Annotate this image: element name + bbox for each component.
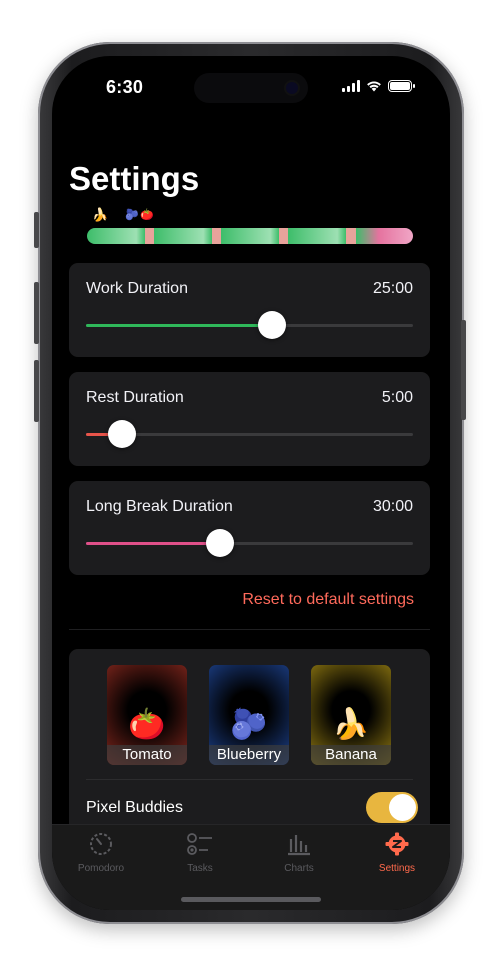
tab-pomodoro[interactable]: Pomodoro (61, 831, 141, 874)
tomato-mini-icon: 🍅 (140, 209, 154, 221)
banana-mini-icon: 🍌 (92, 207, 109, 222)
work-duration-card: Work Duration 25:00 (69, 263, 430, 357)
timeline-segment-work (221, 228, 279, 244)
work-duration-value: 25:00 (372, 280, 413, 297)
slider-fill (86, 542, 221, 545)
blueberry-icon: 🫐 (230, 708, 268, 741)
volume-down-button (34, 360, 39, 422)
divider (69, 629, 430, 630)
buddy-tomato[interactable]: 🍅 Tomato (107, 665, 187, 765)
buddy-name: Tomato (107, 745, 187, 765)
long-break-duration-card: Long Break Duration 30:00 (69, 481, 430, 575)
tab-label: Pomodoro (77, 863, 125, 874)
timeline-segment-work (154, 228, 212, 244)
buddy-name: Banana (311, 745, 391, 765)
long-break-duration-value: 30:00 (372, 498, 413, 515)
banana-icon: 🍌 (332, 708, 370, 741)
checklist-icon (160, 831, 240, 861)
status-bar: 6:30 (52, 56, 450, 116)
status-icons (342, 80, 415, 92)
bar-chart-icon (259, 831, 339, 861)
tab-bar: Pomodoro Tasks Charts Settings (52, 824, 450, 910)
timeline-segment-rest (278, 228, 289, 244)
tab-label: Tasks (187, 863, 213, 874)
pixel-buddies-toggle[interactable] (366, 792, 418, 823)
buddies-card: 🍅 Tomato 🫐 Blueberry 🍌 Banana Pixel Budd… (69, 649, 430, 849)
slider-thumb[interactable] (206, 529, 235, 557)
timeline-segment-rest (211, 228, 222, 244)
camera-icon (286, 82, 298, 94)
long-break-duration-slider[interactable] (86, 529, 413, 557)
slider-thumb[interactable] (258, 311, 287, 339)
power-button (461, 320, 466, 420)
rest-duration-slider[interactable] (86, 420, 413, 448)
timeline-segment-work (288, 228, 346, 244)
rest-duration-card: Rest Duration 5:00 (69, 372, 430, 466)
timeline-segment-work (87, 228, 145, 244)
slider-fill (86, 324, 273, 327)
battery-icon (388, 80, 415, 92)
toggle-knob (389, 794, 416, 821)
tab-charts[interactable]: Charts (259, 831, 339, 874)
timeline-segment-long-break (355, 228, 413, 244)
long-break-duration-label: Long Break Duration (86, 498, 233, 515)
volume-up-button (34, 282, 39, 344)
page-title: Settings (69, 160, 200, 197)
work-duration-label: Work Duration (86, 280, 188, 297)
work-duration-slider[interactable] (86, 311, 413, 339)
tomato-icon: 🍅 (128, 708, 166, 741)
rest-duration-label: Rest Duration (86, 389, 184, 406)
wifi-icon (367, 81, 381, 92)
tab-tasks[interactable]: Tasks (160, 831, 240, 874)
session-timeline (87, 228, 413, 244)
slider-thumb[interactable] (107, 420, 136, 448)
action-button (34, 212, 39, 248)
timeline-segment-rest (345, 228, 356, 244)
gear-icon (357, 831, 437, 861)
status-time: 6:30 (106, 77, 144, 97)
signal-icon (342, 80, 360, 92)
pixel-buddies-label: Pixel Buddies (86, 799, 183, 816)
tab-label: Settings (378, 863, 416, 874)
tab-label: Charts (284, 863, 314, 874)
home-indicator (181, 897, 321, 902)
tab-settings[interactable]: Settings (357, 831, 437, 874)
rest-duration-value: 5:00 (381, 389, 413, 406)
buddy-blueberry[interactable]: 🫐 Blueberry (209, 665, 289, 765)
buddy-name: Blueberry (209, 745, 289, 765)
reset-defaults-button[interactable]: Reset to default settings (242, 591, 414, 609)
screen: 6:30 Settings 🍌 🫐 🍅 Work Duration 25:00 … (52, 56, 450, 910)
divider (86, 779, 413, 780)
blueberry-mini-icon: 🫐 (125, 209, 139, 221)
timeline-segment-rest (144, 228, 155, 244)
buddy-banana[interactable]: 🍌 Banana (311, 665, 391, 765)
timer-icon (61, 831, 141, 861)
